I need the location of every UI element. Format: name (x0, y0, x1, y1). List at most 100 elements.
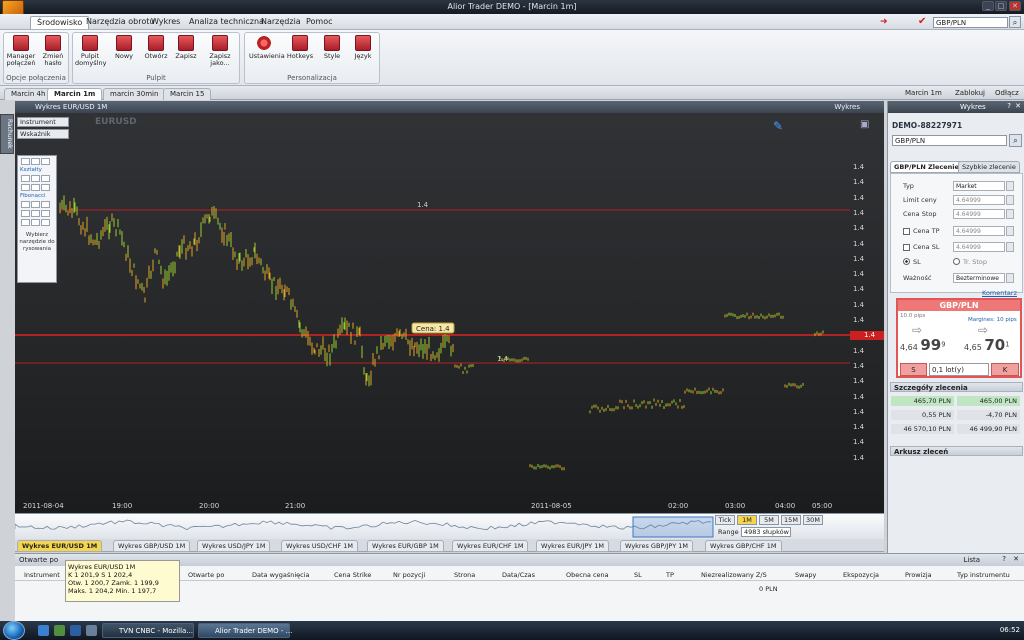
range-value[interactable]: 4983 słupków (741, 527, 791, 537)
validity-dropdown-arrow[interactable] (1006, 273, 1014, 283)
order-symbol-search-icon[interactable]: ⌕ (1009, 134, 1022, 147)
tp-price-spinner[interactable] (1006, 226, 1014, 236)
comment-link[interactable]: Komentarz (982, 289, 1017, 297)
style-button[interactable]: Style (317, 35, 347, 60)
lock-button[interactable]: Zablokuj (955, 89, 985, 97)
change-password-button[interactable]: Zmień hasło (38, 35, 68, 67)
chart-tab-usdchf[interactable]: Wykres USD/CHF 1M (281, 540, 358, 552)
tab-marcin-1m[interactable]: Marcin 1m (47, 88, 103, 100)
column-header[interactable]: Instrument (24, 571, 60, 579)
explorer-icon[interactable] (54, 625, 65, 636)
order-sheet-header[interactable]: Arkusz zleceń (890, 446, 1023, 456)
tab-marcin-30min[interactable]: marcin 30min (103, 88, 166, 100)
connection-manager-button[interactable]: Manager połączeń (6, 35, 36, 67)
list-label[interactable]: Lista (963, 556, 980, 564)
chart-tab-eurusd[interactable]: Wykres EUR/USD 1M (17, 540, 103, 552)
symbol-search-icon[interactable]: ⌕ (1009, 16, 1021, 28)
period-5m-button[interactable]: 5M (759, 515, 779, 525)
buy-button[interactable]: K (991, 363, 1019, 376)
chart-tab-eurjpy[interactable]: Wykres EUR/JPY 1M (536, 540, 609, 552)
start-button[interactable] (3, 621, 25, 640)
open-positions-tab[interactable]: Otwarte po (19, 556, 58, 564)
sl-price-spinner[interactable] (1006, 242, 1014, 252)
trailing-stop-radio[interactable] (953, 258, 960, 265)
hotkeys-button[interactable]: Hotkeys (285, 35, 315, 60)
bid-price[interactable]: 4,64 999 (900, 336, 945, 354)
quantity-input[interactable]: 0,1 lot(y) (929, 363, 989, 376)
chart-tab-eurgbp[interactable]: Wykres EUR/GBP 1M (367, 540, 444, 552)
menu-pomoc[interactable]: Pomoc (300, 16, 339, 29)
stop-price-spinner[interactable] (1006, 209, 1014, 219)
type-select[interactable]: Market (953, 181, 1005, 191)
order-symbol-combobox[interactable]: GBP/PLN (892, 135, 1007, 146)
check-icon[interactable]: ✔ (918, 16, 926, 27)
sell-arrow-icon[interactable]: ⇨ (912, 323, 922, 337)
menu-wykres[interactable]: Wykres (145, 16, 186, 29)
column-header[interactable]: Otwarte po (188, 571, 224, 579)
save-button[interactable]: Zapisz (171, 35, 201, 60)
tool-row[interactable] (21, 201, 56, 208)
column-header[interactable]: Ekspozycja (843, 571, 879, 579)
limit-price-input[interactable]: 4.64999 (953, 195, 1005, 205)
open-button[interactable]: Otwórz (141, 35, 171, 60)
detach-button[interactable]: Odłącz (995, 89, 1019, 97)
help-icon[interactable]: ? (1002, 555, 1006, 563)
menu-narzedzia[interactable]: Narzędzia (255, 16, 307, 29)
column-header[interactable]: Niezrealizowany Z/S (701, 571, 767, 579)
limit-price-spinner[interactable] (1006, 195, 1014, 205)
taskbar-item-alior[interactable]: Alior Trader DEMO - ... (198, 623, 292, 638)
pencil-icon[interactable]: ✎ (773, 119, 783, 133)
column-header[interactable]: Data/Czas (502, 571, 535, 579)
chart-settings-icon[interactable]: ▣ (860, 119, 869, 130)
column-header[interactable]: Nr pozycji (393, 571, 425, 579)
stop-price-input[interactable]: 4.64999 (953, 209, 1005, 219)
save-as-button[interactable]: Zapisz jako... (205, 35, 235, 67)
maximize-button[interactable]: □ (995, 1, 1007, 11)
chart-tab-usdjpy[interactable]: Wykres USD/JPY 1M (197, 540, 271, 552)
column-header[interactable]: SL (634, 571, 642, 579)
tab-quick-order[interactable]: Szybkie zlecenie (958, 161, 1020, 173)
column-header[interactable]: Typ instrumentu (957, 571, 1010, 579)
indicator-dropdown[interactable]: Wskaźnik (17, 129, 69, 139)
ask-price[interactable]: 4,65 701 (964, 336, 1009, 354)
tool-row[interactable] (21, 158, 56, 165)
language-button[interactable]: Język (348, 35, 378, 60)
period-tick-button[interactable]: Tick (715, 515, 735, 525)
tp-price-input[interactable]: 4.64999 (953, 226, 1005, 236)
column-header[interactable]: Obecna cena (566, 571, 609, 579)
column-header[interactable]: Data wygaśnięcia (252, 571, 310, 579)
period-30m-button[interactable]: 30M (803, 515, 823, 525)
chart-tab-gbpjpy[interactable]: Wykres GBP/JPY 1M (620, 540, 693, 552)
price-chart[interactable]: 1.4 1.4 Cena: 1.4 Instrument Wskaźnik EURU… (15, 113, 884, 513)
close-icon[interactable]: ✕ (1013, 555, 1019, 563)
navigator-overview[interactable] (15, 515, 715, 539)
desktop-icon[interactable] (86, 625, 97, 636)
tp-checkbox[interactable] (903, 228, 910, 235)
tool-row[interactable] (21, 175, 56, 182)
new-button[interactable]: Nowy (109, 35, 139, 60)
period-15m-button[interactable]: 15M (781, 515, 801, 525)
period-1m-button[interactable]: 1M (737, 515, 757, 525)
column-header[interactable]: Prowizja (905, 571, 932, 579)
tab-marcin-15[interactable]: Marcin 15 (163, 88, 212, 100)
tool-row[interactable] (21, 219, 56, 226)
help-icon[interactable]: ? (1007, 102, 1011, 110)
chart-type-label[interactable]: Wykres (834, 103, 860, 111)
sl-checkbox[interactable] (903, 244, 910, 251)
column-header[interactable]: Cena Strike (334, 571, 371, 579)
default-desktop-button[interactable]: Pulpit domyślny (75, 35, 106, 67)
tool-row[interactable] (21, 210, 56, 217)
sell-button[interactable]: S (900, 363, 927, 376)
chart-tab-gbpusd[interactable]: Wykres GBP/USD 1M (113, 540, 191, 552)
column-header[interactable]: TP (666, 571, 674, 579)
account-side-tab[interactable]: Rachunek (0, 114, 14, 154)
close-icon[interactable]: ✕ (1015, 102, 1021, 110)
instrument-dropdown[interactable]: Instrument (17, 117, 69, 127)
column-header[interactable]: Swapy (795, 571, 816, 579)
settings-button[interactable]: Ustawienia (249, 35, 285, 60)
chart-tab-eurchf[interactable]: Wykres EUR/CHF 1M (452, 540, 529, 552)
validity-select[interactable]: Bezterminowe (953, 273, 1005, 283)
chart-tab-gbpchf[interactable]: Wykres GBP/CHF 1M (705, 540, 782, 552)
media-icon[interactable] (70, 625, 81, 636)
minimize-button[interactable]: _ (982, 1, 994, 11)
